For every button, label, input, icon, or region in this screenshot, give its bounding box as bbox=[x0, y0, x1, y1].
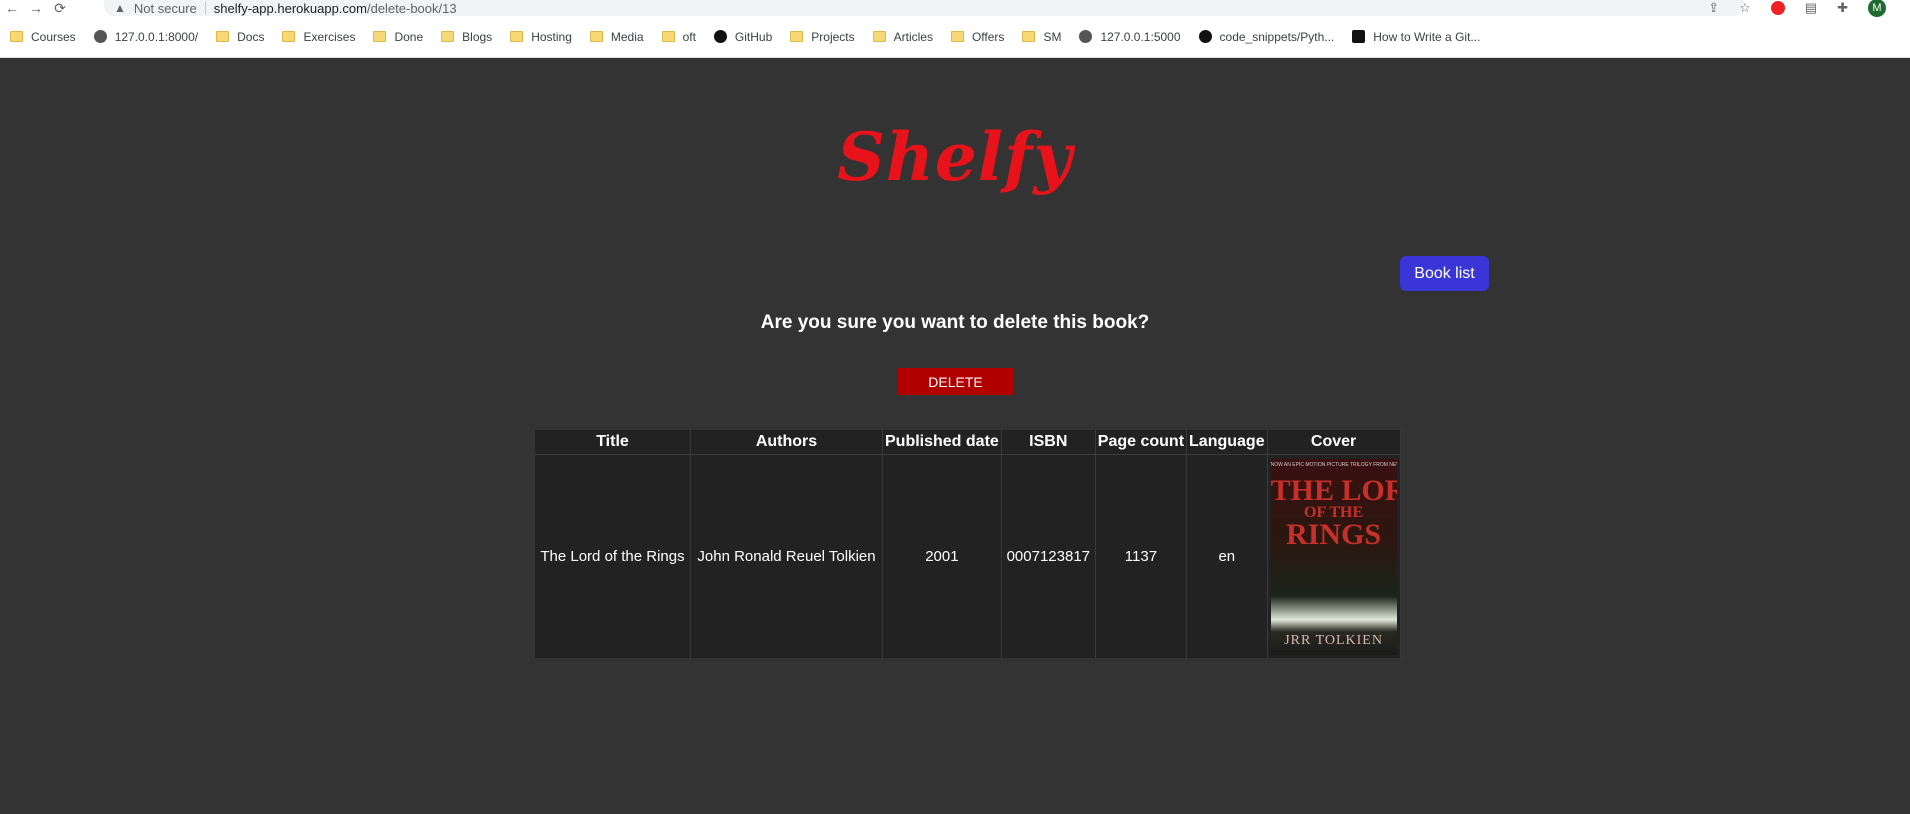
header-language: Language bbox=[1186, 430, 1268, 455]
bookmark-item[interactable]: SM bbox=[1022, 30, 1061, 44]
url-path: /delete-book/13 bbox=[366, 0, 457, 16]
bookmark-label: How to Write a Git... bbox=[1373, 29, 1481, 44]
folder-icon bbox=[790, 31, 804, 42]
folder-icon bbox=[510, 31, 524, 42]
book-list-button[interactable]: Book list bbox=[1400, 256, 1489, 291]
reload-icon[interactable]: ⟳ bbox=[48, 0, 72, 17]
toolbar-icons: ⇪ ☆ ▤ ✚ M bbox=[1708, 0, 1886, 17]
cell-language: en bbox=[1186, 454, 1268, 658]
bookmark-label: 127.0.0.1:8000/ bbox=[114, 29, 199, 44]
header-title: Title bbox=[535, 430, 691, 455]
bookmark-item[interactable]: GitHub bbox=[713, 29, 773, 44]
extension-red-icon[interactable] bbox=[1770, 1, 1785, 15]
cover-author: JRR TOLKIEN bbox=[1284, 632, 1383, 648]
bookmark-item[interactable]: Hosting bbox=[510, 30, 572, 44]
folder-icon bbox=[216, 31, 230, 42]
bookmark-item[interactable]: Done bbox=[373, 30, 423, 44]
bookmark-item[interactable]: Articles bbox=[872, 29, 933, 44]
cell-isbn: 0007123817 bbox=[1001, 454, 1096, 658]
bookmark-label: Exercises bbox=[303, 29, 356, 44]
table-header-row: Title Authors Published date ISBN Page c… bbox=[535, 430, 1401, 455]
bookmark-label: GitHub bbox=[734, 29, 773, 44]
bookmark-label: Offers bbox=[971, 29, 1005, 44]
delete-button[interactable]: DELETE bbox=[898, 368, 1013, 395]
bookmark-item[interactable]: oft bbox=[661, 29, 696, 44]
folder-icon bbox=[10, 31, 23, 42]
header-page-count: Page count bbox=[1095, 430, 1188, 455]
book-table: Title Authors Published date ISBN Page c… bbox=[535, 430, 1401, 658]
table-row: The Lord of the Rings John Ronald Reuel … bbox=[535, 454, 1401, 658]
bookmark-label: Courses bbox=[31, 29, 76, 44]
bookmark-label: Docs bbox=[237, 29, 265, 44]
book-cover-image: NOW AN EPIC MOTION PICTURE TRILOGY FROM … bbox=[1270, 458, 1397, 655]
cover-title-line1: THE LORD bbox=[1270, 473, 1397, 507]
bookmark-label: Blogs bbox=[462, 29, 493, 44]
header-cover: Cover bbox=[1267, 430, 1401, 455]
bookmark-label: code_snippets/Pyth... bbox=[1219, 29, 1335, 44]
bookmark-label: SM bbox=[1043, 29, 1062, 44]
bookmark-label: Done bbox=[394, 29, 424, 44]
bookmark-label: Projects bbox=[811, 29, 855, 44]
share-icon[interactable]: ⇪ bbox=[1708, 0, 1719, 16]
folder-icon bbox=[373, 31, 387, 42]
bookmark-item[interactable]: Media bbox=[589, 29, 644, 44]
address-divider bbox=[204, 2, 206, 14]
back-arrow-icon[interactable]: ← bbox=[0, 0, 24, 16]
folder-icon bbox=[441, 31, 455, 42]
star-icon[interactable]: ☆ bbox=[1739, 0, 1751, 16]
bookmark-item[interactable]: code_snippets/Pyth... bbox=[1198, 29, 1335, 44]
app-page: Shelfy Book list Are you sure you want t… bbox=[0, 58, 1910, 814]
github-icon bbox=[1198, 30, 1212, 43]
doc-icon bbox=[1352, 30, 1366, 43]
delete-confirm-question: Are you sure you want to delete this boo… bbox=[760, 312, 1150, 333]
bookmark-label: oft bbox=[682, 29, 696, 44]
header-isbn: ISBN bbox=[1001, 430, 1096, 455]
bookmark-item[interactable]: 127.0.0.1:8000/ bbox=[93, 29, 199, 44]
cover-title: THE LORD OF THE RINGS bbox=[1270, 473, 1397, 551]
header-authors: Authors bbox=[690, 430, 883, 455]
folder-icon bbox=[589, 31, 603, 42]
warning-icon: ▲ bbox=[114, 1, 126, 15]
folder-icon bbox=[950, 31, 964, 42]
bookmark-label: 127.0.0.1:5000 bbox=[1100, 29, 1181, 44]
bookmark-item[interactable]: Docs bbox=[216, 30, 264, 44]
bookmark-item[interactable]: How to Write a Git... bbox=[1352, 30, 1480, 44]
bookmark-label: Hosting bbox=[531, 29, 572, 44]
bookmarks-bar: Courses 127.0.0.1:8000/Docs Exercises Done B… bbox=[0, 16, 1910, 58]
cover-title-line3: RINGS bbox=[1286, 517, 1382, 551]
bookmark-label: Media bbox=[610, 29, 644, 44]
bookmark-item[interactable]: Blogs bbox=[441, 30, 492, 44]
cell-page-count: 1137 bbox=[1095, 454, 1188, 658]
bookmark-item[interactable]: 127.0.0.1:5000 bbox=[1079, 29, 1181, 44]
profile-avatar[interactable]: M bbox=[1868, 0, 1886, 17]
app-logo: Shelfy bbox=[837, 118, 1073, 196]
folder-icon bbox=[661, 31, 675, 42]
bookmark-item[interactable]: Offers bbox=[950, 29, 1005, 44]
globe-icon bbox=[1079, 30, 1093, 43]
forward-arrow-icon[interactable]: → bbox=[24, 0, 48, 16]
globe-icon bbox=[93, 30, 107, 43]
folder-icon bbox=[1022, 31, 1036, 42]
browser-toolbar: ← → ⟳ ▲ Not secure shelfy-app.herokuapp.… bbox=[0, 0, 1910, 17]
bookmark-item[interactable]: Exercises bbox=[282, 30, 355, 44]
github-icon bbox=[713, 30, 727, 43]
bookmark-label: Articles bbox=[893, 29, 933, 44]
folder-icon bbox=[282, 31, 296, 42]
puzzle-icon[interactable]: ✚ bbox=[1837, 0, 1848, 16]
cell-authors: John Ronald Reuel Tolkien bbox=[690, 454, 883, 658]
cell-cover: NOW AN EPIC MOTION PICTURE TRILOGY FROM … bbox=[1267, 454, 1401, 658]
folder-icon bbox=[872, 31, 886, 42]
bookmark-item[interactable]: Projects bbox=[790, 29, 855, 44]
url-host: shelfy-app.herokuapp.com bbox=[213, 0, 367, 16]
header-published-date: Published date bbox=[882, 430, 1002, 455]
cell-published-date: 2001 bbox=[882, 454, 1002, 658]
reader-icon[interactable]: ▤ bbox=[1805, 0, 1817, 16]
address-bar[interactable]: ▲ Not secure shelfy-app.herokuapp.com/de… bbox=[104, 0, 1744, 16]
bookmark-item[interactable]: Courses bbox=[10, 30, 76, 44]
security-label: Not secure bbox=[133, 0, 197, 16]
cover-tagline: NOW AN EPIC MOTION PICTURE TRILOGY FROM … bbox=[1270, 461, 1397, 468]
cell-title: The Lord of the Rings bbox=[535, 454, 691, 658]
